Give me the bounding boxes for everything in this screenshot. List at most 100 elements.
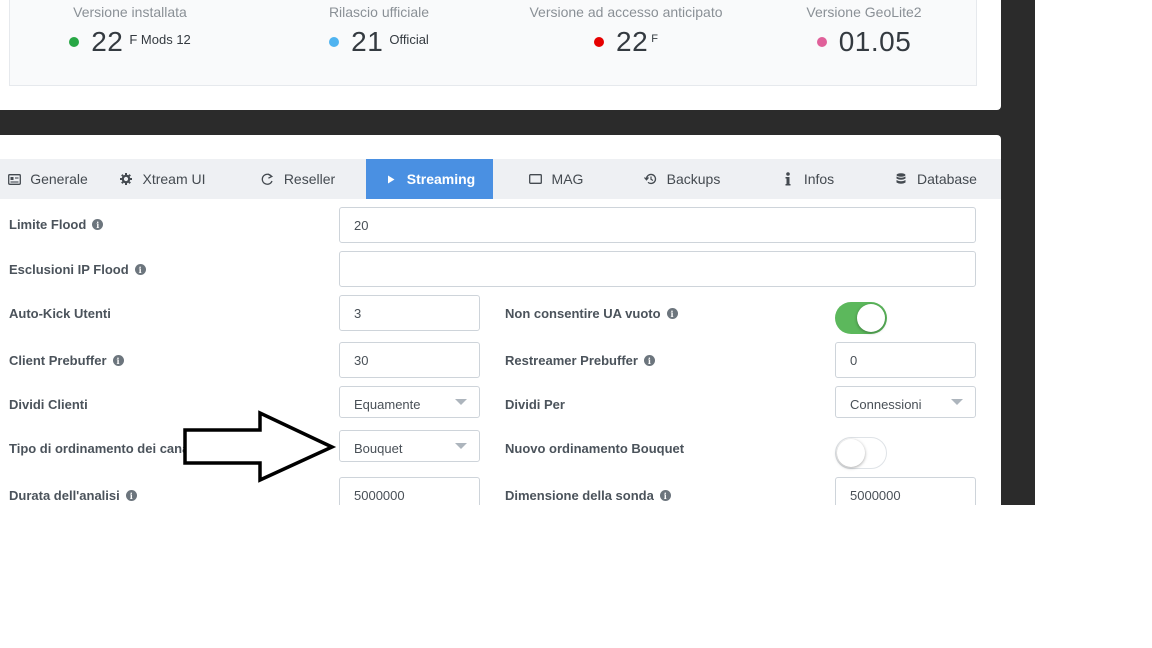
tab-generale[interactable]: Generale (0, 159, 95, 199)
client-prebuffer-text: Client Prebuffer (9, 353, 107, 368)
chevron-down-icon (455, 443, 467, 449)
info-icon[interactable]: i (125, 490, 137, 501)
version-early-suffix: F (651, 33, 658, 45)
tab-mag[interactable]: MAG (493, 159, 619, 199)
settings-card: Generale Xtream UI Reseller Streaming MA… (0, 135, 1001, 505)
screen-viewport: Versione installata 22 F Mods 12 Rilasci… (0, 0, 1035, 505)
limite-flood-input[interactable]: 20 (339, 207, 976, 243)
nuovo-ordinamento-label: Nuovo ordinamento Bouquet (505, 441, 684, 456)
tab-database-label: Database (917, 171, 977, 187)
version-installed-value: 22 (91, 26, 124, 57)
dividi-per-value: Connessioni (850, 397, 922, 412)
gear-icon (119, 172, 133, 186)
version-official: Rilascio ufficiale 21 Official (259, 4, 499, 58)
auto-kick-value: 3 (354, 305, 362, 321)
version-early-access: Versione ad accesso anticipato 22 F (506, 4, 746, 58)
auto-kick-text: Auto-Kick Utenti (9, 306, 111, 321)
restreamer-prebuffer-value: 0 (850, 352, 858, 368)
version-geolite: Versione GeoLite2 01.05 (744, 4, 984, 58)
history-icon (644, 172, 658, 186)
info-icon[interactable]: i (643, 355, 655, 366)
dividi-per-label: Dividi Per (505, 397, 565, 412)
tab-backups[interactable]: Backups (619, 159, 745, 199)
toggle-knob (837, 439, 865, 467)
restreamer-prebuffer-text: Restreamer Prebuffer (505, 353, 638, 368)
tab-reseller[interactable]: Reseller (230, 159, 366, 199)
tipo-ordinamento-value: Bouquet (354, 441, 403, 456)
client-prebuffer-label: Client Prebuffer i (9, 353, 124, 368)
info-icon[interactable]: i (659, 490, 671, 501)
version-geolite-label: Versione GeoLite2 (806, 4, 922, 20)
tab-xtream-ui[interactable]: Xtream UI (95, 159, 230, 199)
esclusioni-ip-label: Esclusioni IP Flood i (9, 262, 146, 277)
tab-database[interactable]: Database (870, 159, 1001, 199)
tab-mag-label: MAG (551, 171, 584, 187)
version-card: Versione installata 22 F Mods 12 Rilasci… (0, 0, 1001, 110)
tab-streaming[interactable]: Streaming (366, 159, 493, 199)
dividi-clienti-label: Dividi Clienti (9, 397, 88, 412)
info-icon[interactable]: i (92, 219, 104, 230)
dimensione-sonda-text: Dimensione della sonda (505, 488, 654, 503)
info-icon (781, 172, 795, 186)
chevron-down-icon (951, 399, 963, 405)
refresh-icon (261, 172, 275, 186)
id-card-icon (7, 172, 21, 186)
tipo-ordinamento-label: Tipo di ordinamento dei canali (9, 441, 185, 456)
version-installed-suffix: F Mods 12 (129, 31, 191, 47)
status-dot-icon (329, 37, 340, 47)
info-icon[interactable]: i (134, 264, 146, 275)
tipo-ordinamento-text: Tipo di ordinamento dei canali (9, 441, 185, 456)
annotation-arrow-icon (183, 410, 337, 483)
ua-vuoto-text: Non consentire UA vuoto (505, 306, 661, 321)
version-installed-label: Versione installata (73, 4, 187, 20)
version-installed: Versione installata 22 F Mods 12 (10, 4, 250, 58)
nuovo-ordinamento-text: Nuovo ordinamento Bouquet (505, 441, 685, 456)
tab-xtream-label: Xtream UI (142, 171, 206, 187)
durata-analisi-label: Durata dell'analisi i (9, 488, 137, 503)
tv-icon (529, 172, 543, 186)
tab-backups-label: Backups (666, 171, 721, 187)
nuovo-ordinamento-toggle[interactable] (835, 437, 887, 469)
tab-reseller-label: Reseller (283, 171, 336, 187)
dividi-per-select[interactable]: Connessioni (835, 386, 976, 418)
restreamer-prebuffer-input[interactable]: 0 (835, 342, 976, 378)
dimensione-sonda-value: 5000000 (850, 487, 901, 503)
limite-flood-text: Limite Flood (9, 217, 87, 232)
tab-generale-label: Generale (30, 171, 88, 187)
esclusioni-ip-input[interactable] (339, 251, 976, 287)
tipo-ordinamento-select[interactable]: Bouquet (339, 430, 480, 462)
info-icon[interactable]: i (666, 308, 678, 319)
settings-tabs: Generale Xtream UI Reseller Streaming MA… (0, 159, 1001, 199)
dividi-clienti-select[interactable]: Equamente (339, 386, 480, 418)
version-early-value: 22 (616, 26, 649, 57)
ua-vuoto-toggle[interactable] (835, 302, 887, 334)
dimensione-sonda-input[interactable]: 5000000 (835, 477, 976, 505)
restreamer-prebuffer-label: Restreamer Prebuffer i (505, 353, 655, 368)
chevron-down-icon (455, 399, 467, 405)
limite-flood-value: 20 (354, 217, 369, 233)
version-geolite-value: 01.05 (838, 26, 912, 57)
version-panel: Versione installata 22 F Mods 12 Rilasci… (9, 0, 977, 86)
version-early-label: Versione ad accesso anticipato (529, 4, 723, 20)
auto-kick-label: Auto-Kick Utenti (9, 306, 111, 321)
client-prebuffer-input[interactable]: 30 (339, 342, 480, 378)
ua-vuoto-label: Non consentire UA vuoto i (505, 306, 678, 321)
status-dot-icon (69, 37, 80, 47)
dividi-clienti-value: Equamente (354, 397, 421, 412)
durata-analisi-text: Durata dell'analisi (9, 488, 120, 503)
client-prebuffer-value: 30 (354, 352, 369, 368)
play-icon (384, 172, 398, 186)
toggle-knob (857, 304, 885, 332)
info-icon[interactable]: i (112, 355, 124, 366)
version-official-value: 21 (351, 26, 384, 57)
tab-infos[interactable]: Infos (745, 159, 870, 199)
auto-kick-input[interactable]: 3 (339, 295, 480, 331)
tab-infos-label: Infos (803, 171, 835, 187)
dividi-per-text: Dividi Per (505, 397, 565, 412)
dividi-clienti-text: Dividi Clienti (9, 397, 88, 412)
durata-analisi-value: 5000000 (354, 487, 405, 503)
dimensione-sonda-label: Dimensione della sonda i (505, 488, 671, 503)
status-dot-icon (816, 37, 827, 47)
version-official-label: Rilascio ufficiale (328, 4, 430, 20)
durata-analisi-input[interactable]: 5000000 (339, 477, 480, 505)
